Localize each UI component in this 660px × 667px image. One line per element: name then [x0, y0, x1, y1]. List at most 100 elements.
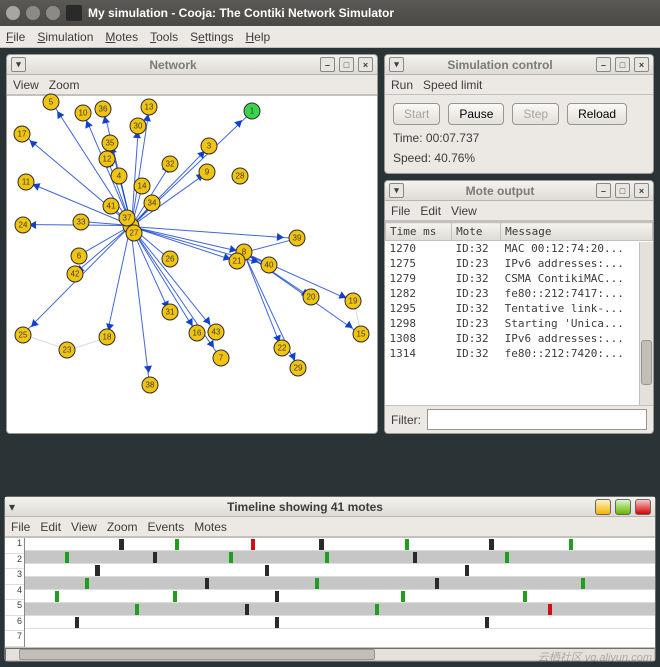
network-canvas[interactable]: 1234567891011121314151617181920212223242…	[7, 95, 377, 433]
table-row[interactable]: 1295ID:32Tentative link-...	[386, 301, 653, 316]
network-node[interactable]: 7	[213, 350, 230, 367]
panel-menu-icon[interactable]: ▾	[9, 500, 15, 514]
network-menu-zoom[interactable]: Zoom	[49, 78, 80, 92]
close-icon[interactable]	[635, 499, 651, 515]
network-node[interactable]: 34	[144, 195, 161, 212]
network-node[interactable]: 15	[353, 326, 370, 343]
minimize-icon[interactable]: –	[320, 57, 335, 72]
mote-menu-view[interactable]: View	[451, 204, 477, 218]
scroll-thumb[interactable]	[19, 649, 375, 660]
network-node[interactable]: 18	[99, 329, 116, 346]
maximize-icon[interactable]	[46, 6, 60, 20]
sim-menu-speedlimit[interactable]: Speed limit	[423, 78, 482, 92]
minimize-icon[interactable]	[595, 499, 611, 515]
col-time[interactable]: Time ms	[386, 223, 452, 241]
network-node[interactable]: 23	[59, 342, 76, 359]
network-node[interactable]: 6	[71, 248, 88, 265]
network-node[interactable]: 1	[244, 103, 261, 120]
network-node[interactable]: 39	[289, 230, 306, 247]
network-node[interactable]: 19	[345, 293, 362, 310]
network-node[interactable]: 25	[15, 327, 32, 344]
table-row[interactable]: 1275ID:23IPv6 addresses:...	[386, 256, 653, 271]
network-node[interactable]: 10	[75, 105, 92, 122]
tl-menu-events[interactable]: Events	[148, 520, 185, 534]
network-node[interactable]: 27	[126, 225, 143, 242]
network-node[interactable]: 31	[162, 304, 179, 321]
network-node[interactable]: 38	[142, 377, 159, 394]
close-icon[interactable]: ×	[358, 57, 373, 72]
sim-menu-run[interactable]: Run	[391, 78, 413, 92]
network-node[interactable]: 26	[162, 251, 179, 268]
network-node[interactable]: 32	[162, 156, 179, 173]
tl-menu-view[interactable]: View	[71, 520, 97, 534]
close-icon[interactable]	[6, 6, 20, 20]
timeline-canvas[interactable]	[25, 538, 655, 647]
network-node[interactable]: 30	[130, 118, 147, 135]
network-node[interactable]: 11	[18, 174, 35, 191]
menu-tools[interactable]: Tools	[150, 30, 178, 44]
filter-input[interactable]	[427, 409, 647, 430]
network-node[interactable]: 33	[73, 214, 90, 231]
network-node[interactable]: 4	[111, 168, 128, 185]
maximize-icon[interactable]	[615, 499, 631, 515]
menu-settings[interactable]: Settings	[190, 30, 233, 44]
panel-menu-icon[interactable]: ▾	[389, 183, 404, 198]
network-node[interactable]: 21	[229, 253, 246, 270]
mote-menu-file[interactable]: File	[391, 204, 410, 218]
network-node[interactable]: 3	[201, 138, 218, 155]
network-node[interactable]: 20	[303, 289, 320, 306]
network-node[interactable]: 5	[43, 94, 60, 111]
network-node[interactable]: 40	[261, 257, 278, 274]
reload-button[interactable]: Reload	[567, 103, 627, 125]
minimize-icon[interactable]: –	[596, 57, 611, 72]
table-row[interactable]: 1298ID:23Starting 'Unica...	[386, 316, 653, 331]
maximize-icon[interactable]: □	[615, 57, 630, 72]
menu-file[interactable]: File	[6, 30, 25, 44]
table-row[interactable]: 1314ID:32fe80::212:7420:...	[386, 346, 653, 361]
network-node[interactable]: 43	[208, 324, 225, 341]
close-icon[interactable]: ×	[634, 183, 649, 198]
minimize-icon[interactable]	[26, 6, 40, 20]
minimize-icon[interactable]: –	[596, 183, 611, 198]
pause-button[interactable]: Pause	[448, 103, 504, 125]
network-node[interactable]: 22	[274, 340, 291, 357]
maximize-icon[interactable]: □	[339, 57, 354, 72]
tl-menu-edit[interactable]: Edit	[40, 520, 61, 534]
panel-menu-icon[interactable]: ▾	[11, 57, 26, 72]
network-node[interactable]: 12	[99, 151, 116, 168]
mote-menu-edit[interactable]: Edit	[420, 204, 441, 218]
network-node[interactable]: 36	[95, 101, 112, 118]
network-node[interactable]: 17	[14, 126, 31, 143]
table-row[interactable]: 1282ID:23fe80::212:7417:...	[386, 286, 653, 301]
network-node[interactable]: 24	[15, 217, 32, 234]
menu-simulation[interactable]: Simulation	[37, 30, 93, 44]
network-node[interactable]: 42	[67, 266, 84, 283]
network-node[interactable]: 29	[290, 360, 307, 377]
col-message[interactable]: Message	[501, 223, 653, 241]
network-node[interactable]: 28	[232, 168, 249, 185]
network-node[interactable]: 16	[189, 325, 206, 342]
close-icon[interactable]: ×	[634, 57, 649, 72]
maximize-icon[interactable]: □	[615, 183, 630, 198]
network-node[interactable]: 9	[199, 164, 216, 181]
network-node[interactable]: 13	[141, 99, 158, 116]
network-node[interactable]: 14	[134, 178, 151, 195]
panel-menu-icon[interactable]: ▾	[389, 57, 404, 72]
menu-help[interactable]: Help	[246, 30, 271, 44]
tl-menu-zoom[interactable]: Zoom	[107, 520, 138, 534]
network-node[interactable]: 41	[103, 198, 120, 215]
table-row[interactable]: 1279ID:32CSMA ContikiMAC...	[386, 271, 653, 286]
tl-menu-file[interactable]: File	[11, 520, 30, 534]
network-node[interactable]: 35	[102, 135, 119, 152]
menu-motes[interactable]: Motes	[105, 30, 138, 44]
start-button[interactable]: Start	[393, 103, 440, 125]
scroll-thumb[interactable]	[641, 340, 652, 386]
mote-scrollbar[interactable]	[639, 242, 653, 405]
table-row[interactable]: 1308ID:32IPv6 addresses:...	[386, 331, 653, 346]
step-button[interactable]: Step	[512, 103, 559, 125]
tl-menu-motes[interactable]: Motes	[194, 520, 227, 534]
network-menu-view[interactable]: View	[13, 78, 39, 92]
table-row[interactable]: 1270ID:32MAC 00:12:74:20...	[386, 241, 653, 257]
network-node[interactable]: 37	[119, 210, 136, 227]
col-mote[interactable]: Mote	[452, 223, 501, 241]
